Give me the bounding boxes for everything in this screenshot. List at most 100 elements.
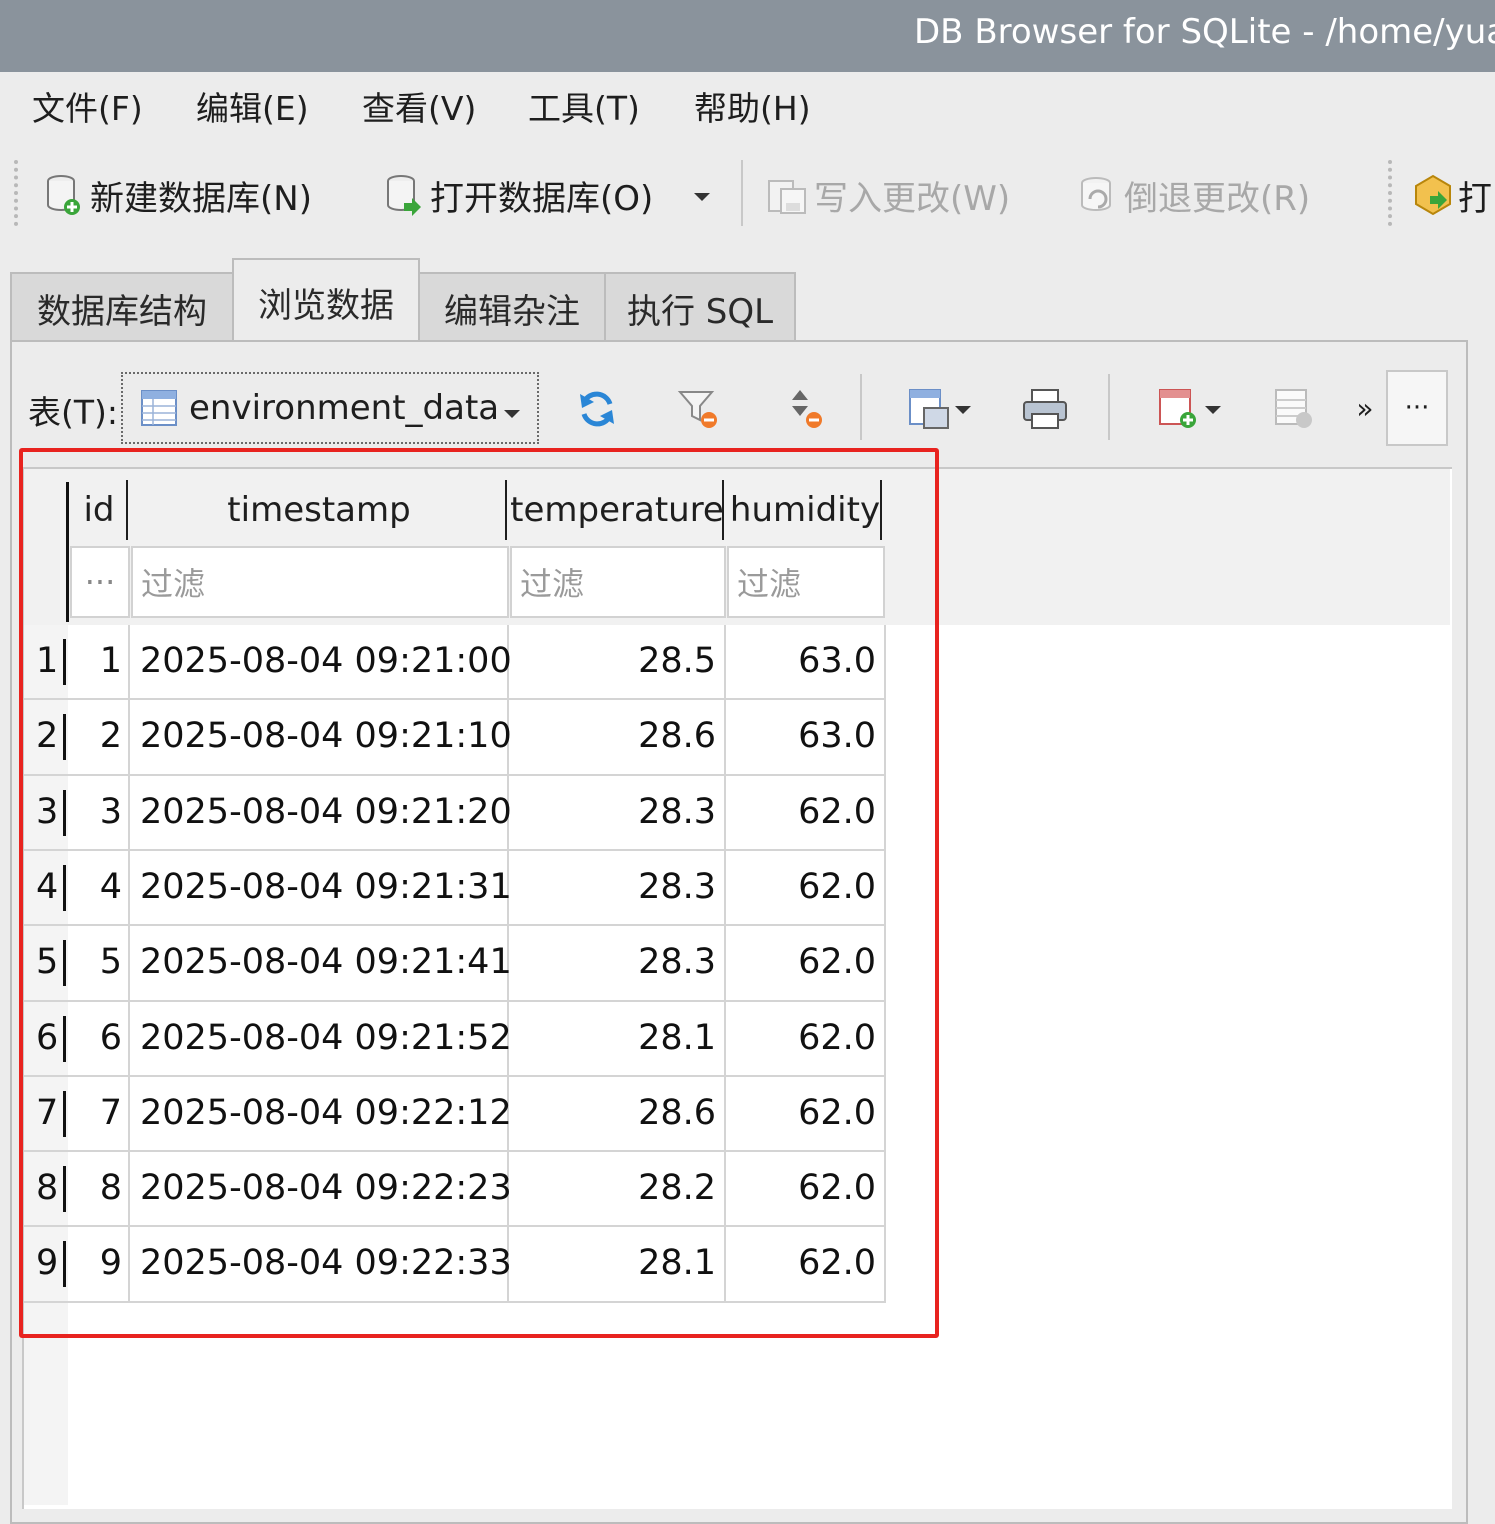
row-number[interactable]: 9 [36,1243,58,1283]
row-number[interactable]: 6 [36,1018,58,1058]
write-changes-button[interactable]: 写入更改(W) [766,170,1010,220]
overflow-menu-button[interactable]: ··· [1386,370,1448,446]
column-separator[interactable] [880,480,882,540]
tab-database-structure-label: 数据库结构 [37,291,207,332]
cell-temperature[interactable]: 28.1 [638,1243,716,1283]
clear-filters-button[interactable] [674,384,724,434]
cell-id[interactable]: 7 [100,1093,122,1133]
filter-timestamp-input[interactable]: 过滤 [131,546,509,618]
open-project-icon [1415,174,1451,216]
cell-temperature[interactable]: 28.6 [638,716,716,756]
toolbar-grip[interactable] [14,160,22,226]
column-separator[interactable] [126,480,128,540]
menu-help[interactable]: 帮助(H) [694,82,811,130]
open-database-button[interactable]: 打开数据库(O) [384,170,653,220]
tab-execute-sql[interactable]: 执行 SQL [604,272,796,342]
sort-clear-button[interactable] [780,384,830,434]
cell-id[interactable]: 4 [100,867,122,907]
cell-temperature[interactable]: 28.3 [638,942,716,982]
row-number[interactable]: 1 [36,641,58,681]
column-header-id[interactable]: id [70,478,128,542]
column-separator[interactable] [505,480,507,540]
tab-database-structure[interactable]: 数据库结构 [10,272,234,342]
table-icon [141,390,177,426]
cell-humidity[interactable]: 63.0 [798,641,876,681]
overflow-menu-label: ··· [1404,393,1430,423]
cell-humidity[interactable]: 63.0 [798,716,876,756]
cell-timestamp[interactable]: 2025-08-04 09:21:52 [140,1018,512,1058]
row-number[interactable]: 7 [36,1093,58,1133]
tab-execute-sql-label: 执行 SQL [626,291,774,332]
row-gridline [24,999,886,1002]
filter-temperature-input[interactable]: 过滤 [510,546,726,618]
cell-timestamp[interactable]: 2025-08-04 09:21:41 [140,942,512,982]
cell-id[interactable]: 1 [100,641,122,681]
cell-timestamp[interactable]: 2025-08-04 09:21:20 [140,792,512,832]
row-gridline [24,848,886,851]
cell-humidity[interactable]: 62.0 [798,942,876,982]
cell-id[interactable]: 9 [100,1243,122,1283]
refresh-button[interactable] [572,384,622,434]
save-table-button[interactable] [898,384,982,434]
cell-id[interactable]: 6 [100,1018,122,1058]
open-database-dropdown[interactable] [690,170,714,220]
tab-edit-pragmas[interactable]: 编辑杂注 [418,272,606,342]
cell-timestamp[interactable]: 2025-08-04 09:21:00 [140,641,512,681]
menu-view[interactable]: 查看(V) [362,82,476,130]
new-database-button[interactable]: 新建数据库(N) [44,170,312,220]
column-separator[interactable] [722,480,724,540]
row-number[interactable]: 8 [36,1168,58,1208]
cell-timestamp[interactable]: 2025-08-04 09:21:10 [140,716,512,756]
row-number[interactable]: 2 [36,716,58,756]
cell-humidity[interactable]: 62.0 [798,1243,876,1283]
table-select[interactable]: environment_data [121,372,539,444]
cell-id[interactable]: 5 [100,942,122,982]
filter-id-input[interactable]: ··· [70,546,130,618]
cell-humidity[interactable]: 62.0 [798,1168,876,1208]
browse-toolbar-separator [860,374,862,440]
sort-clear-icon [792,390,822,428]
filter-humidity-input[interactable]: 过滤 [727,546,885,618]
menu-edit[interactable]: 编辑(E) [196,82,309,130]
cell-temperature[interactable]: 28.1 [638,1018,716,1058]
insert-record-button[interactable] [1148,384,1232,434]
cell-temperature[interactable]: 28.3 [638,867,716,907]
cell-timestamp[interactable]: 2025-08-04 09:22:33 [140,1243,512,1283]
menu-file[interactable]: 文件(F) [32,82,143,130]
row-number[interactable]: 4 [36,867,58,907]
cell-humidity[interactable]: 62.0 [798,792,876,832]
cell-id[interactable]: 2 [100,716,122,756]
open-project-button[interactable]: 打 [1410,170,1492,220]
cell-id[interactable]: 8 [100,1168,122,1208]
delete-record-button[interactable] [1270,384,1320,434]
row-header-separator [63,940,66,987]
cell-humidity[interactable]: 62.0 [798,1018,876,1058]
column-header-timestamp[interactable]: timestamp [130,478,508,542]
cell-temperature[interactable]: 28.6 [638,1093,716,1133]
browse-toolbar-separator-2 [1108,374,1110,440]
more-tools-button[interactable]: » [1348,390,1382,426]
row-number[interactable]: 5 [36,942,58,982]
row-gridline [24,773,886,776]
revert-changes-button[interactable]: 倒退更改(R) [1076,170,1310,220]
menu-tools[interactable]: 工具(T) [528,82,640,130]
row-number[interactable]: 3 [36,792,58,832]
cell-temperature[interactable]: 28.2 [638,1168,716,1208]
cell-timestamp[interactable]: 2025-08-04 09:22:12 [140,1093,512,1133]
column-header-humidity[interactable]: humidity [727,478,883,542]
tab-browse-data[interactable]: 浏览数据 [232,258,420,344]
column-header-temperature[interactable]: temperature [510,478,724,542]
cell-humidity[interactable]: 62.0 [798,1093,876,1133]
column-header-timestamp-label: timestamp [227,490,411,530]
toolbar-grip-2[interactable] [1388,160,1396,226]
cell-id[interactable]: 3 [100,792,122,832]
cell-temperature[interactable]: 28.3 [638,792,716,832]
cell-humidity[interactable]: 62.0 [798,867,876,907]
row-gutter [24,625,68,1505]
cell-timestamp[interactable]: 2025-08-04 09:21:31 [140,867,512,907]
cell-timestamp[interactable]: 2025-08-04 09:22:23 [140,1168,512,1208]
cell-temperature[interactable]: 28.5 [638,641,716,681]
row-header-separator [63,639,66,685]
row-gridline [24,924,886,927]
print-button[interactable] [1018,384,1072,434]
